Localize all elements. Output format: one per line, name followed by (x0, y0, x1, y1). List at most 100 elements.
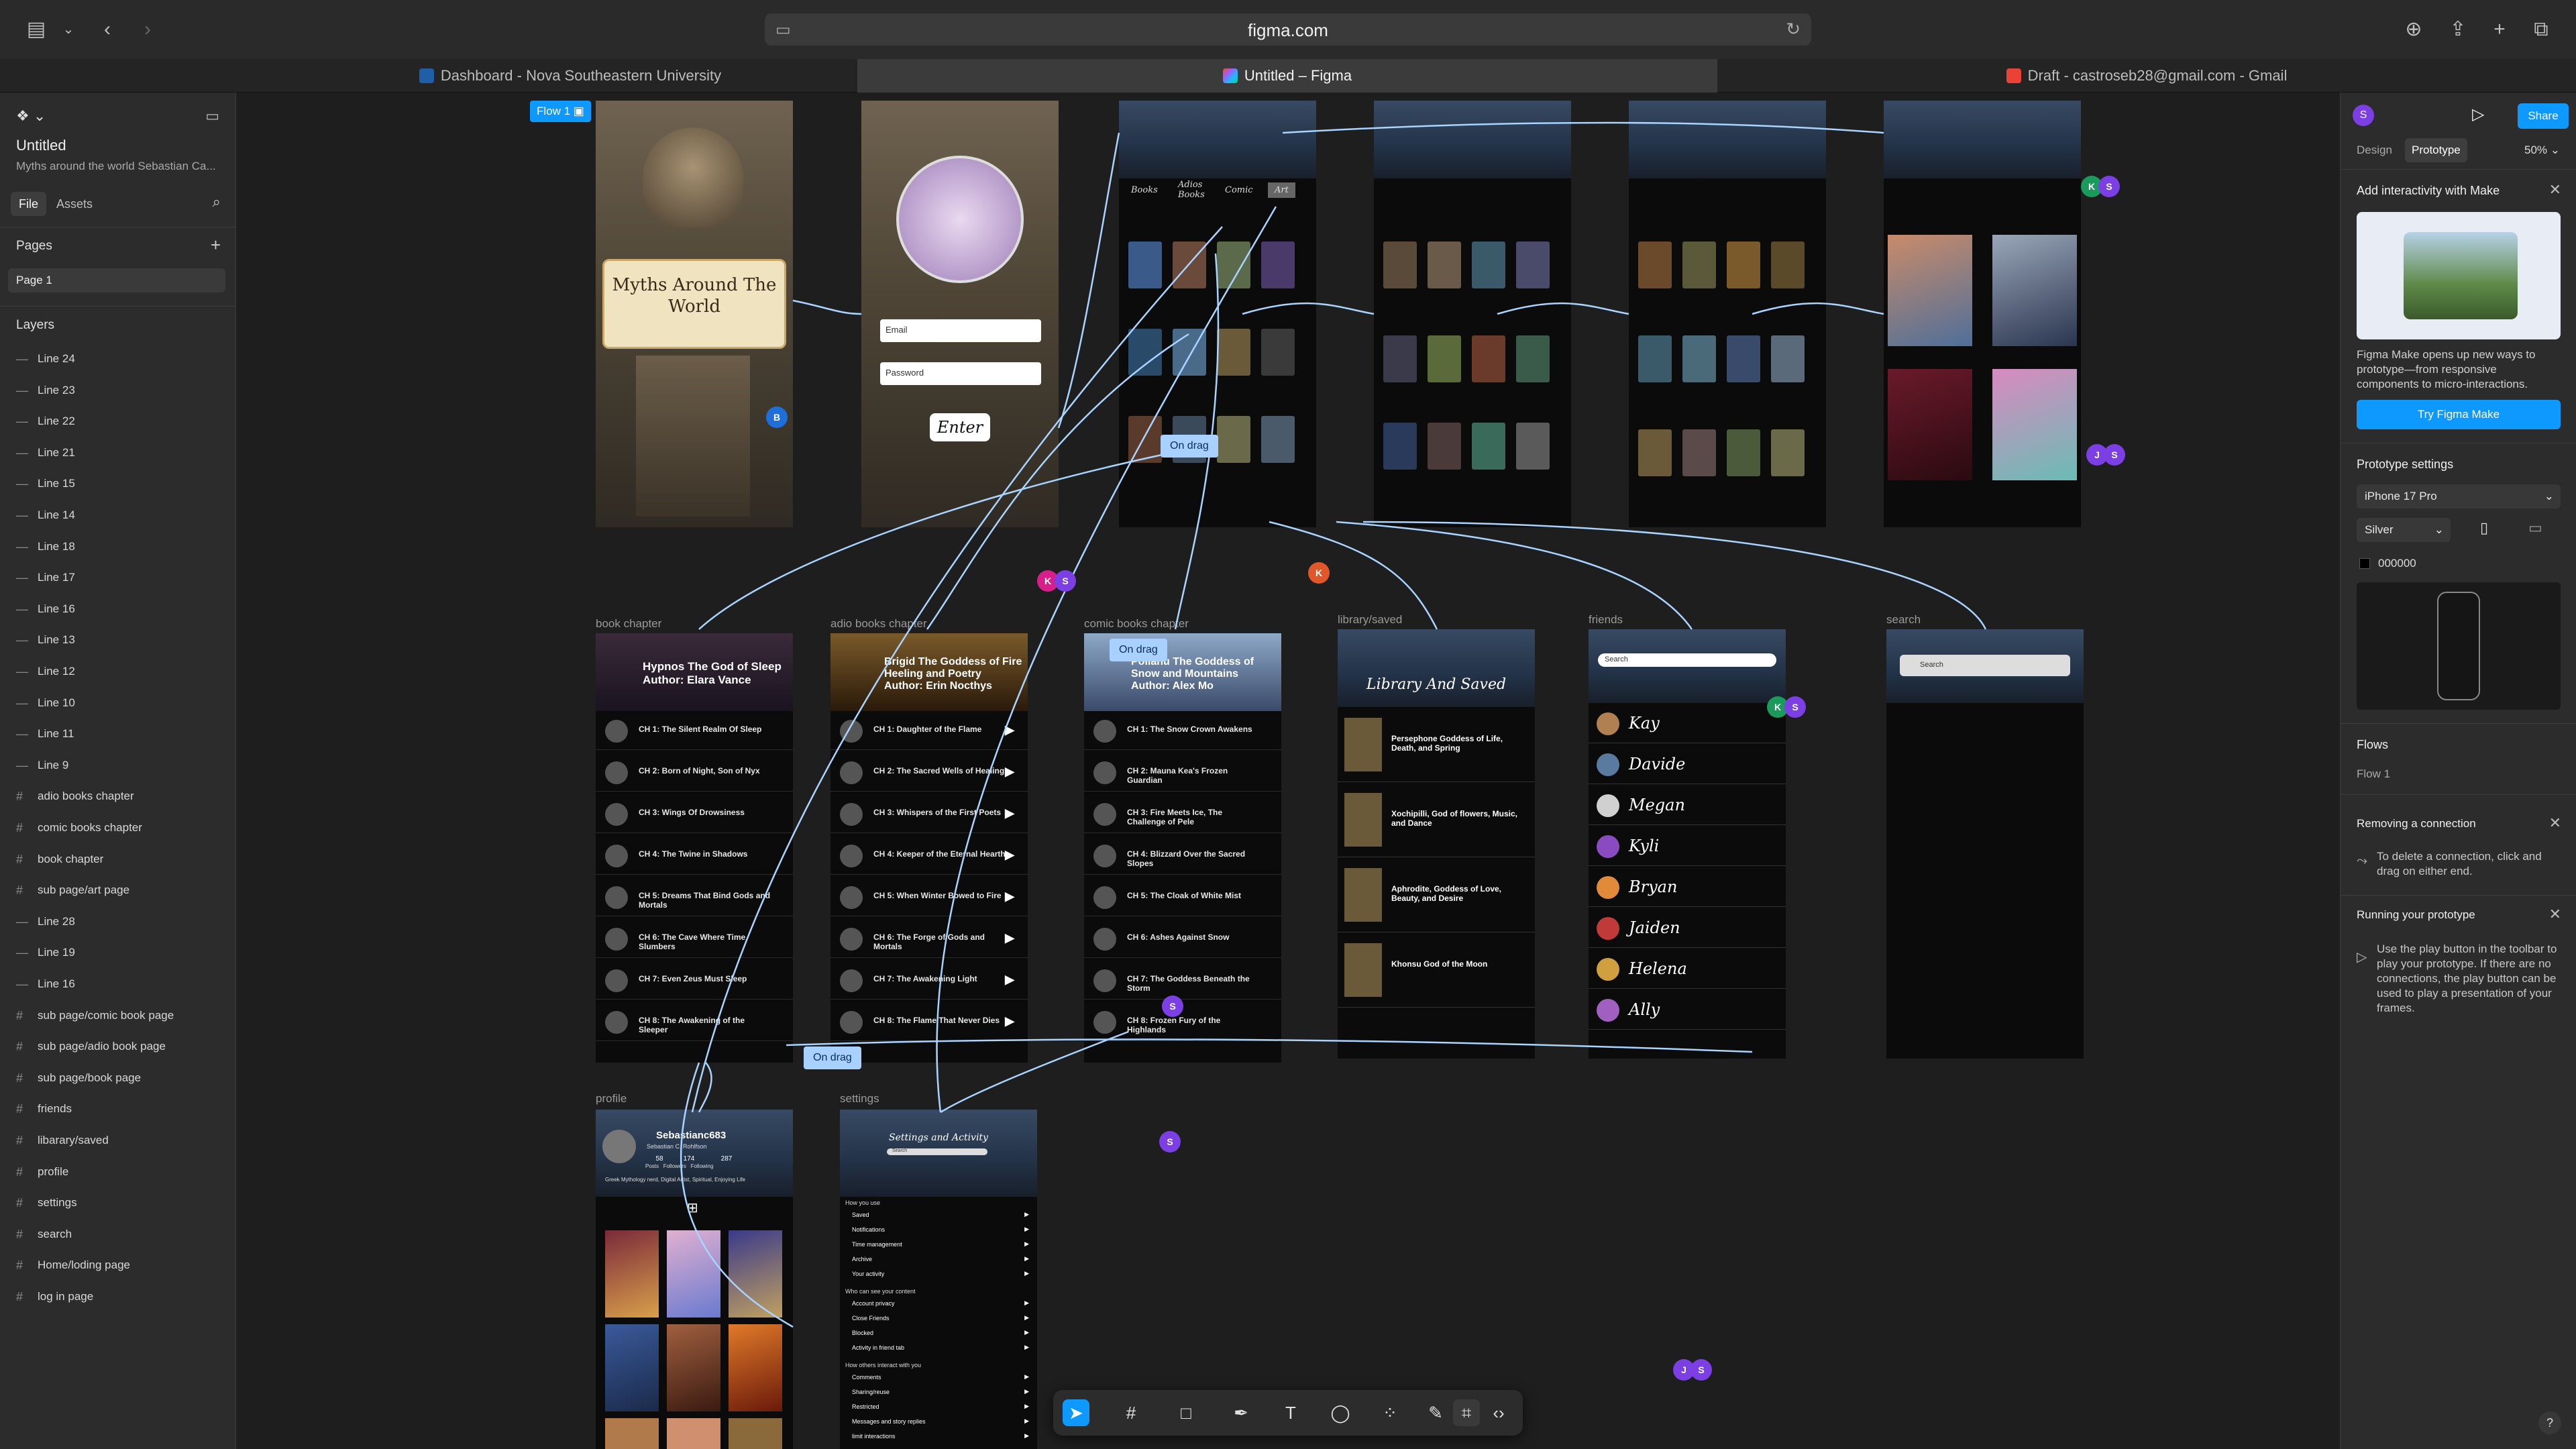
book-cover[interactable] (1771, 429, 1805, 476)
book-cover[interactable] (1128, 329, 1162, 376)
avatar[interactable]: S (2353, 105, 2374, 126)
chapter-row[interactable]: CH 7: Even Zeus Must Sleep (596, 961, 793, 1000)
device-color-select[interactable]: Silver ⌄ (2357, 518, 2451, 542)
book-cover[interactable] (1173, 329, 1206, 376)
layer-item[interactable]: # log in page (0, 1281, 236, 1312)
frame-home-loading-page[interactable]: Myths Around The World (596, 101, 793, 527)
book-cover[interactable] (1128, 241, 1162, 288)
chapter-row[interactable]: CH 2: The Sacred Wells of Healing ▶ (830, 753, 1028, 792)
layer-item[interactable]: — Line 13 (0, 625, 236, 655)
comment-tool-icon[interactable]: ◯ (1327, 1399, 1354, 1426)
tab-prototype[interactable]: Prototype (2405, 138, 2467, 162)
tab-figma[interactable]: Untitled – Figma (857, 59, 1717, 93)
book-cover[interactable] (1128, 416, 1162, 463)
chapter-row[interactable]: CH 5: The Cloak of White Mist (1084, 877, 1281, 916)
text-tool-icon[interactable]: T (1277, 1399, 1304, 1426)
post-image[interactable] (605, 1324, 659, 1411)
layer-item[interactable]: # profile (0, 1157, 236, 1187)
book-cover[interactable] (1173, 241, 1206, 288)
book-cover[interactable] (1383, 335, 1417, 382)
post-image[interactable] (605, 1418, 659, 1449)
settings-item[interactable]: Messages and story replies ▶ (845, 1417, 1032, 1430)
play-icon[interactable]: ▶ (1005, 848, 1014, 862)
settings-item[interactable]: Sharing/reuse ▶ (845, 1387, 1032, 1401)
settings-item[interactable]: Your activity ▶ (845, 1269, 1032, 1283)
settings-item[interactable]: Saved ▶ (845, 1210, 1032, 1224)
chapter-row[interactable]: CH 4: Keeper of the Eternal Hearth ▶ (830, 836, 1028, 875)
landscape-icon[interactable]: ▭ (2528, 519, 2542, 537)
chapter-row[interactable]: CH 6: The Forge of Gods and Mortals ▶ (830, 919, 1028, 958)
layer-item[interactable]: — Line 23 (0, 375, 236, 406)
settings-item[interactable]: Activity in friend tab ▶ (845, 1343, 1032, 1356)
portrait-icon[interactable]: ▯ (2480, 519, 2488, 537)
friend-row[interactable]: Kay (1589, 703, 1786, 743)
book-cover[interactable] (1428, 335, 1461, 382)
layer-item[interactable]: # comic books chapter (0, 812, 236, 843)
artwork-image[interactable] (1888, 235, 1972, 346)
book-cover[interactable] (1383, 423, 1417, 470)
layer-item[interactable]: — Line 28 (0, 906, 236, 937)
settings-item[interactable]: limit interactions ▶ (845, 1432, 1032, 1445)
new-tab-icon[interactable]: + (2486, 16, 2513, 43)
saved-item[interactable]: Aphrodite, Goddess of Love, Beauty, and … (1338, 857, 1535, 932)
book-cover[interactable] (1682, 429, 1716, 476)
layer-item[interactable]: — Line 22 (0, 406, 236, 437)
avatar[interactable] (602, 1130, 636, 1163)
book-cover[interactable] (1682, 241, 1716, 288)
friend-row[interactable]: Ally (1589, 989, 1786, 1030)
tab-gmail[interactable]: Draft - castroseb28@gmail.com - Gmail (1717, 59, 2576, 93)
draw-mode-icon[interactable]: ✎ (1422, 1399, 1449, 1426)
post-image[interactable] (729, 1230, 782, 1318)
book-cover[interactable] (1261, 241, 1295, 288)
search-input[interactable]: Search (887, 1148, 987, 1155)
artwork-image[interactable] (1992, 369, 2077, 480)
close-icon[interactable]: ✕ (2549, 906, 2561, 923)
book-cover[interactable] (1428, 423, 1461, 470)
post-image[interactable] (667, 1324, 720, 1411)
download-icon[interactable]: ⊕ (2400, 16, 2427, 43)
layer-item[interactable]: # book chapter (0, 844, 236, 875)
book-cover[interactable] (1217, 416, 1250, 463)
frame-sub-page-art-page[interactable] (1884, 101, 2081, 527)
chapter-row[interactable]: CH 3: Whispers of the First Poets ▶ (830, 794, 1028, 833)
chapter-row[interactable]: CH 6: The Cave Where Time Slumbers (596, 919, 793, 958)
layer-item[interactable]: # sub page/adio book page (0, 1031, 236, 1062)
book-cover[interactable] (1217, 329, 1250, 376)
search-input[interactable]: Search (1598, 653, 1776, 667)
chapter-row[interactable]: CH 5: Dreams That Bind Gods and Mortals (596, 877, 793, 916)
settings-item[interactable]: Account privacy ▶ (845, 1299, 1032, 1312)
frame-library-saved[interactable]: Library And Saved Persephone Goddess of … (1338, 629, 1535, 1059)
tab-design[interactable]: Design (2357, 144, 2392, 157)
book-cover[interactable] (1472, 241, 1505, 288)
tab-comic[interactable]: Comic (1225, 185, 1253, 195)
layer-item[interactable]: — Line 15 (0, 468, 236, 499)
layer-item[interactable]: — Line 16 (0, 969, 236, 1000)
chapter-row[interactable]: CH 2: Born of Night, Son of Nyx (596, 753, 793, 792)
share-icon[interactable]: ⇪ (2445, 16, 2471, 43)
chapter-row[interactable]: CH 7: The Awakening Light ▶ (830, 961, 1028, 1000)
friend-row[interactable]: Megan (1589, 785, 1786, 825)
design-mode-icon[interactable]: ⌗ (1453, 1399, 1480, 1426)
book-cover[interactable] (1383, 241, 1417, 288)
chapter-row[interactable]: CH 5: When Winter Bowed to Fire ▶ (830, 877, 1028, 916)
saved-item[interactable]: Khonsu God of the Moon (1338, 932, 1535, 1008)
chapter-row[interactable]: CH 3: Fire Meets Ice, The Challenge of P… (1084, 794, 1281, 833)
move-tool-icon[interactable]: ➤ (1063, 1399, 1089, 1426)
frame-adio-books-chapter[interactable]: Brigid The Goddess of Fire Heeling and P… (830, 633, 1028, 1063)
email-field[interactable]: Email (880, 319, 1041, 342)
tab-books[interactable]: Books (1131, 185, 1158, 195)
tab-nova-dashboard[interactable]: Dashboard - Nova Southeastern University (282, 59, 859, 93)
play-icon[interactable]: ▶ (1005, 973, 1014, 987)
tab-file[interactable]: File (11, 192, 47, 216)
chapter-row[interactable]: CH 2: Mauna Kea's Frozen Guardian (1084, 753, 1281, 792)
address-bar[interactable]: ▭ figma.com ↻ (765, 13, 1811, 46)
book-cover[interactable] (1771, 241, 1805, 288)
frame-sub-page-book-page[interactable]: Books Adios Books Comic Art (1119, 101, 1316, 527)
layer-item[interactable]: — Line 10 (0, 688, 236, 718)
friend-row[interactable]: Jaiden (1589, 908, 1786, 948)
play-icon[interactable]: ▶ (1005, 890, 1014, 904)
post-image[interactable] (729, 1418, 782, 1449)
play-icon[interactable]: ▶ (1005, 765, 1014, 779)
help-button[interactable]: ? (2538, 1411, 2561, 1434)
settings-item[interactable]: Notifications ▶ (845, 1225, 1032, 1238)
